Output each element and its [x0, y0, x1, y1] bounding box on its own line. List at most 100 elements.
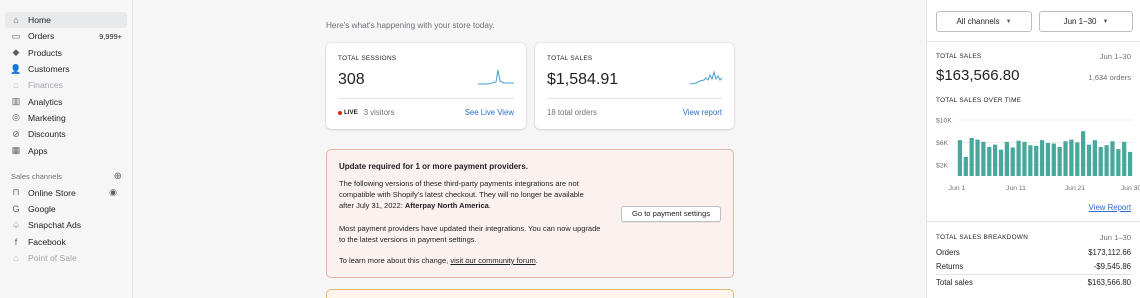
sidebar-item-analytics[interactable]: ▥ Analytics	[5, 93, 127, 109]
apps-icon: ▦	[11, 145, 21, 156]
chart-bar	[1075, 142, 1080, 176]
y-tick-label: $2K	[936, 162, 949, 169]
chart-bar	[1010, 147, 1015, 176]
x-tick-label: Jun 1	[949, 185, 966, 192]
chart-bar	[1022, 141, 1027, 176]
live-badge: LIVE	[338, 109, 358, 116]
chart-bar	[1034, 145, 1039, 176]
sidebar-item-home[interactable]: ⌂ Home	[5, 12, 127, 29]
sidebar-item-snapchat-ads[interactable]: ♤ Snapchat Ads	[5, 217, 127, 233]
sidebar-item-point-of-sale[interactable]: ⌂ Point of Sale	[5, 250, 127, 266]
y-tick-label: $6K	[936, 140, 949, 147]
chart-bar	[1051, 143, 1056, 176]
payment-provider-alert: Update required for 1 or more payment pr…	[326, 149, 734, 278]
sidebar-item-label: Customers	[28, 64, 70, 75]
x-tick-label: Jun 21	[1065, 185, 1086, 192]
x-tick-label: Jun 30	[1121, 185, 1140, 192]
sidebar-item-finances[interactable]: ⌂ Finances	[5, 77, 127, 93]
orders-icon: ▭	[11, 30, 21, 41]
pos-icon: ⌂	[13, 253, 19, 263]
sales-channels-header: Sales channels ⊕	[0, 169, 132, 185]
breakdown-value: $173,112.66	[1088, 248, 1131, 257]
chart-bar	[1069, 139, 1074, 176]
live-visitors: LIVE 3 visitors	[338, 108, 395, 117]
sales-sparkline	[690, 70, 722, 85]
sidebar-item-label: Marketing	[28, 112, 66, 123]
chart-bar	[1004, 141, 1009, 176]
alert-title: Update required for 1 or more payment pr…	[339, 162, 528, 171]
chart-bar	[1016, 140, 1021, 176]
sidebar-item-label: Home	[28, 15, 51, 26]
y-tick-label: $10K	[936, 118, 952, 125]
breakdown-date: Jun 1–30	[1099, 233, 1131, 242]
go-to-payment-settings-button[interactable]: Go to payment settings	[621, 206, 721, 222]
chart-bar	[975, 139, 980, 176]
breakdown-value: -$9,545.86	[1093, 262, 1131, 271]
chart-bar	[963, 156, 968, 176]
add-channel-icon[interactable]: ⊕	[114, 171, 122, 182]
sidebar-item-label: Google	[28, 204, 56, 215]
sidebar-item-orders[interactable]: ▭ Orders 9,999+	[5, 28, 127, 44]
orders-count: 18 total orders	[547, 108, 597, 117]
discount-icon: ⊘	[12, 128, 20, 139]
chart-bar	[981, 141, 986, 176]
view-report-link[interactable]: View Report	[1089, 203, 1131, 212]
chart-bar	[1116, 149, 1121, 176]
snapchat-icon: ♤	[11, 219, 21, 230]
store-icon: ⊓	[12, 187, 20, 198]
orders-count-badge: 9,999+	[99, 31, 122, 41]
chart-bar	[1092, 140, 1097, 176]
sidebar-item-online-store[interactable]: ⊓ Online Store ◉	[5, 185, 127, 201]
card-title: TOTAL SESSIONS	[338, 55, 397, 62]
breakdown-row: Returns -$9,545.86	[936, 262, 1131, 271]
chart-bar	[1081, 131, 1086, 176]
breakdown-label: Returns	[936, 262, 964, 271]
sidebar: ⌂ Home ▭ Orders 9,999+ ◆ Products 👤 Customers ⌂ Fi…	[0, 0, 133, 298]
chart-bar	[1057, 146, 1062, 176]
sales-channels-title: Sales channels	[11, 172, 62, 182]
provider-name: Afterpay North America	[404, 201, 489, 210]
chart-bar	[1028, 145, 1033, 176]
sidebar-item-apps[interactable]: ▦ Apps	[5, 142, 127, 158]
view-report-link[interactable]: View report	[683, 108, 722, 117]
see-live-view-link[interactable]: See Live View	[465, 108, 514, 117]
google-icon: G	[12, 204, 20, 215]
warning-card	[326, 289, 734, 298]
visitors-count: 3 visitors	[363, 108, 395, 117]
chart-bar	[957, 140, 963, 176]
chart-bar	[1039, 140, 1045, 176]
x-tick-label: Jun 11	[1006, 185, 1026, 192]
alert-body-3: To learn more about this change, visit o…	[339, 256, 538, 265]
chart-bar	[1086, 144, 1092, 176]
community-forum-link[interactable]: visit our community forum	[450, 256, 535, 265]
sidebar-item-label: Analytics	[28, 96, 63, 107]
sidebar-item-customers[interactable]: 👤 Customers	[5, 61, 127, 77]
sidebar-item-label: Orders	[28, 31, 55, 42]
bank-icon: ⌂	[13, 80, 19, 91]
home-icon: ⌂	[13, 15, 19, 26]
chart-bar	[1122, 141, 1127, 176]
sidebar-item-label: Online Store	[28, 187, 76, 198]
breakdown-label: Total sales	[936, 278, 973, 287]
chart-bar	[1098, 146, 1103, 176]
chart-bar	[1104, 145, 1109, 176]
total-sessions-card: TOTAL SESSIONS 308 LIVE 3 visitors See L…	[326, 43, 526, 129]
main-content: Here's what's happening with your store …	[134, 0, 925, 298]
alert-body: The following versions of these third-pa…	[339, 179, 584, 210]
sidebar-item-label: Facebook	[28, 236, 66, 247]
sidebar-item-google[interactable]: G Google	[5, 201, 127, 217]
chart-bar	[993, 144, 998, 176]
sidebar-item-products[interactable]: ◆ Products	[5, 45, 127, 61]
sidebar-item-label: Finances	[28, 80, 63, 91]
eye-icon[interactable]: ◉	[109, 187, 117, 198]
chart-bar	[1127, 151, 1133, 176]
sidebar-item-facebook[interactable]: f Facebook	[5, 234, 127, 250]
chart-bar	[987, 146, 992, 176]
bar-chart-icon: ▥	[11, 96, 21, 107]
sidebar-item-label: Products	[28, 47, 62, 58]
greeting-text: Here's what's happening with your store …	[326, 21, 495, 30]
sidebar-item-marketing[interactable]: ◎ Marketing	[5, 110, 127, 126]
total-sales-card: TOTAL SALES $1,584.91 18 total orders Vi…	[535, 43, 734, 129]
breakdown-label: TOTAL SALES BREAKDOWN	[936, 234, 1029, 241]
sidebar-item-discounts[interactable]: ⊘ Discounts	[5, 126, 127, 142]
